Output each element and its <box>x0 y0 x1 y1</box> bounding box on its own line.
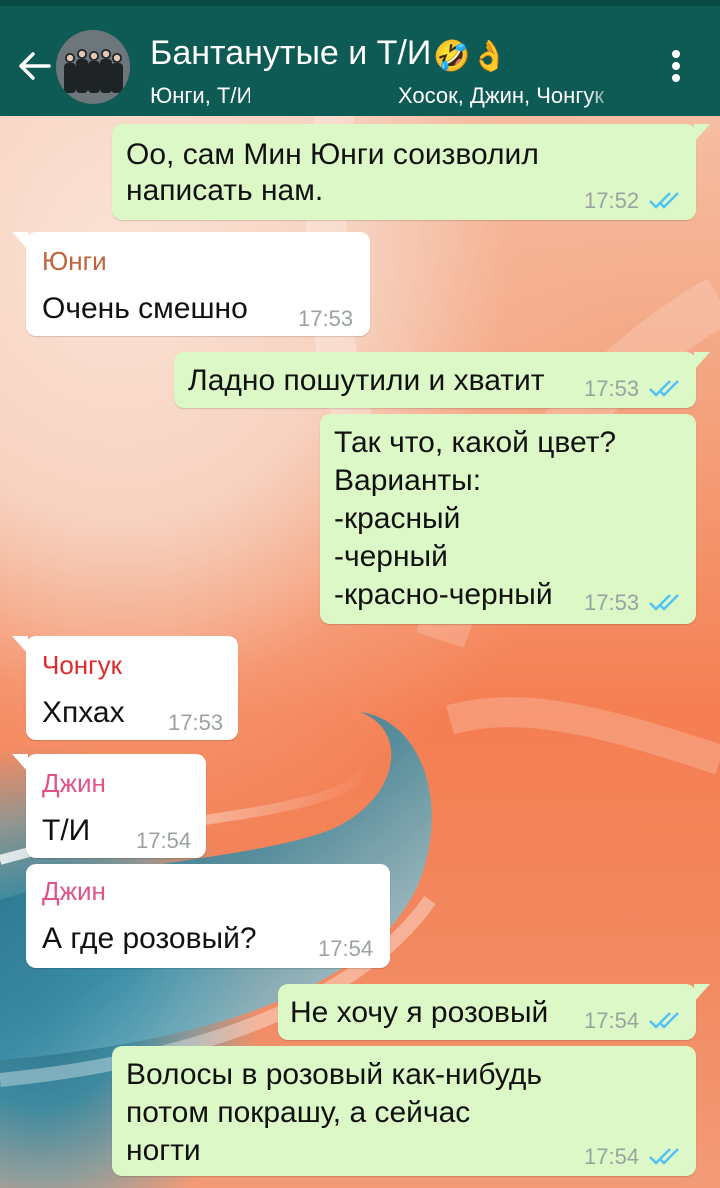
chat-header: Бантанутые и Т/И🤣👌 Юнги, Т/И Хосок, Джин… <box>0 0 720 116</box>
title-emojis: 🤣👌 <box>433 40 509 73</box>
message-time: 17:53 <box>584 590 640 615</box>
sender-name: Чонгук <box>42 650 123 680</box>
message-text: Т/И <box>42 814 91 847</box>
read-ticks-icon <box>649 192 679 209</box>
message-text: написать нам. <box>126 174 324 207</box>
message-outgoing[interactable]: Волосы в розовый как-нибудь потом покраш… <box>112 1046 696 1176</box>
chat-title[interactable]: Бантанутые и Т/И🤣👌 <box>150 34 508 74</box>
message-text: Хпхах <box>42 696 125 729</box>
chat-title-text: Бантанутые и Т/И <box>150 34 432 72</box>
message-time: 17:54 <box>584 1144 640 1169</box>
message-incoming[interactable]: Джин Т/И 17:54 <box>12 754 206 858</box>
message-time: 17:54 <box>136 828 192 853</box>
message-text: Волосы в розовый как-нибудь <box>126 1058 543 1091</box>
participants-right: Хосок, Джин, Чонгук <box>398 83 604 108</box>
message-outgoing[interactable]: Так что, какой цвет? Варианты: -красный … <box>320 414 696 624</box>
read-ticks-icon <box>649 594 679 611</box>
message-text: -красно-черный <box>334 578 553 611</box>
sender-name: Юнги <box>42 246 107 276</box>
message-time: 17:53 <box>298 306 354 331</box>
message-text: А где розовый? <box>42 922 257 955</box>
message-text: Ладно пошутили и хватит <box>188 364 545 397</box>
message-outgoing[interactable]: Оо, сам Мин Юнги соизволил написать нам.… <box>112 124 710 220</box>
message-outgoing[interactable]: Не хочу я розовый 17:54 <box>278 984 710 1040</box>
participants-left: Юнги, Т/И <box>150 83 250 108</box>
sender-name: Джин <box>42 768 106 798</box>
message-text: Так что, какой цвет? <box>334 426 617 459</box>
arrow-left-icon[interactable] <box>14 46 54 86</box>
read-ticks-icon <box>649 1012 679 1029</box>
message-time: 17:53 <box>584 376 640 401</box>
message-time: 17:54 <box>318 936 374 961</box>
message-text: ногти <box>126 1134 201 1167</box>
more-vert-icon[interactable] <box>662 46 690 86</box>
message-text: Не хочу я розовый <box>290 996 549 1029</box>
message-text: -черный <box>334 540 448 573</box>
message-text: Оо, сам Мин Юнги соизволил <box>126 138 539 171</box>
message-time: 17:53 <box>168 710 224 735</box>
read-ticks-icon <box>649 380 679 397</box>
message-time: 17:52 <box>584 188 640 213</box>
message-text: Варианты: <box>334 464 482 497</box>
group-avatar[interactable] <box>56 30 130 104</box>
message-text: Очень смешно <box>42 292 248 325</box>
message-outgoing[interactable]: Ладно пошутили и хватит 17:53 <box>174 352 710 408</box>
message-text: -красный <box>334 502 461 535</box>
message-text: потом покрашу, а сейчас <box>126 1096 471 1129</box>
message-incoming[interactable]: Чонгук Хпхах 17:53 <box>12 636 238 740</box>
message-time: 17:54 <box>584 1008 640 1033</box>
message-incoming[interactable]: Юнги Очень смешно 17:53 <box>12 232 370 336</box>
sender-name: Джин <box>42 876 106 906</box>
message-incoming[interactable]: Джин А где розовый? 17:54 <box>26 864 390 968</box>
read-ticks-icon <box>649 1148 679 1165</box>
